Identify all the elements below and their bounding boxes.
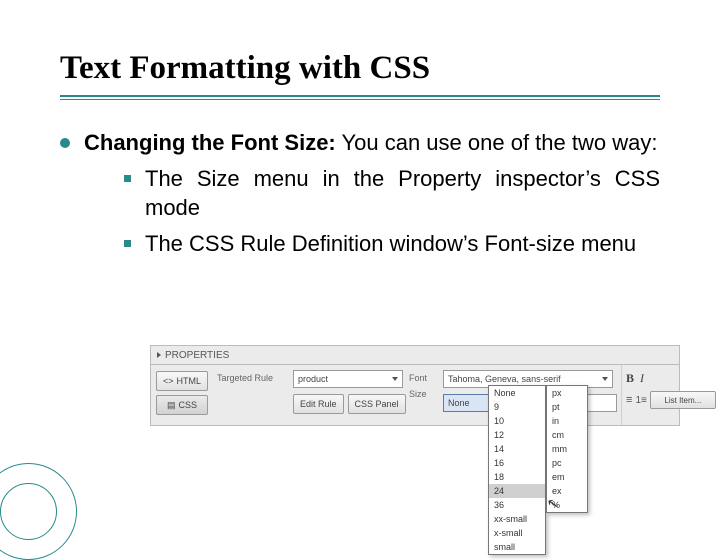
- slide: Text Formatting with CSS Changing the Fo…: [0, 0, 720, 540]
- panel-left-column: <>HTML ▤CSS: [151, 365, 213, 425]
- chevron-down-icon: [392, 377, 398, 381]
- unit-option[interactable]: mm: [547, 442, 587, 456]
- list-item-button[interactable]: List Item...: [650, 391, 716, 409]
- sub-bullet-icon: [124, 240, 131, 247]
- size-label: Size: [409, 389, 437, 399]
- bullet-rest: You can use one of the two way:: [336, 130, 658, 155]
- bullet-lead: Changing the Font Size:: [84, 130, 336, 155]
- slide-title: Text Formatting with CSS: [60, 50, 660, 87]
- font-value: Tahoma, Geneva, sans-serif: [448, 374, 561, 384]
- size-option[interactable]: 24: [489, 484, 545, 498]
- size-option[interactable]: x-small: [489, 526, 545, 540]
- unit-option[interactable]: px: [547, 386, 587, 400]
- unit-option[interactable]: cm: [547, 428, 587, 442]
- edit-rule-button[interactable]: Edit Rule: [293, 394, 344, 414]
- unit-option[interactable]: pc: [547, 456, 587, 470]
- corner-circle-decoration-small: [0, 483, 57, 540]
- size-option[interactable]: 14: [489, 442, 545, 456]
- sub-bullet-1: The Size menu in the Property inspector’…: [124, 164, 660, 223]
- html-mode-button[interactable]: <>HTML: [156, 371, 208, 391]
- size-value: None: [448, 398, 470, 408]
- font-label: Font: [409, 373, 437, 383]
- bullet-text: Changing the Font Size: You can use one …: [84, 128, 660, 259]
- sub-bullet-icon: [124, 175, 131, 182]
- unit-option[interactable]: in: [547, 414, 587, 428]
- panel-header: PROPERTIES: [150, 345, 680, 364]
- css-mode-button[interactable]: ▤CSS: [156, 395, 208, 415]
- chevron-down-icon: [602, 377, 608, 381]
- targeted-rule-select[interactable]: product: [293, 370, 403, 388]
- sub-bullet-1-text: The Size menu in the Property inspector’…: [145, 164, 660, 223]
- panel-body: <>HTML ▤CSS Targeted Rule product: [150, 364, 680, 426]
- size-option[interactable]: 10: [489, 414, 545, 428]
- sub-bullet-2-text: The CSS Rule Definition window’s Font-si…: [145, 229, 660, 259]
- size-dropdown-menu[interactable]: None910121416182436xx-smallx-smallsmall: [488, 385, 546, 555]
- ordered-list-icon[interactable]: 1≡: [635, 395, 646, 406]
- css-panel-button[interactable]: CSS Panel: [348, 394, 406, 414]
- css-mode-label: CSS: [179, 400, 198, 410]
- unordered-list-icon[interactable]: ≡: [626, 394, 632, 406]
- panel-right-column: B I ≡ 1≡ List Item...: [621, 365, 720, 425]
- bullet-icon: [60, 138, 70, 148]
- size-option[interactable]: small: [489, 540, 545, 554]
- size-option[interactable]: 16: [489, 456, 545, 470]
- size-option[interactable]: xx-small: [489, 512, 545, 526]
- size-option[interactable]: 12: [489, 428, 545, 442]
- properties-panel: PROPERTIES <>HTML ▤CSS Targeted Rule pro…: [150, 345, 680, 426]
- size-option[interactable]: 36: [489, 498, 545, 512]
- size-option[interactable]: 18: [489, 470, 545, 484]
- panel-title: PROPERTIES: [165, 350, 229, 361]
- size-option[interactable]: None: [489, 386, 545, 400]
- unit-option[interactable]: pt: [547, 400, 587, 414]
- title-underline: [60, 95, 660, 100]
- panel-triangle-icon: [157, 352, 161, 358]
- bullet-level1: Changing the Font Size: You can use one …: [60, 128, 660, 259]
- italic-icon[interactable]: I: [640, 371, 644, 386]
- unit-option[interactable]: em: [547, 470, 587, 484]
- sub-bullet-2: The CSS Rule Definition window’s Font-si…: [124, 229, 660, 259]
- targeted-rule-value: product: [298, 374, 328, 384]
- html-mode-label: HTML: [177, 376, 202, 386]
- targeted-rule-label: Targeted Rule: [217, 373, 287, 383]
- slide-body: Changing the Font Size: You can use one …: [60, 128, 660, 259]
- bold-icon[interactable]: B: [626, 371, 634, 386]
- size-option[interactable]: 9: [489, 400, 545, 414]
